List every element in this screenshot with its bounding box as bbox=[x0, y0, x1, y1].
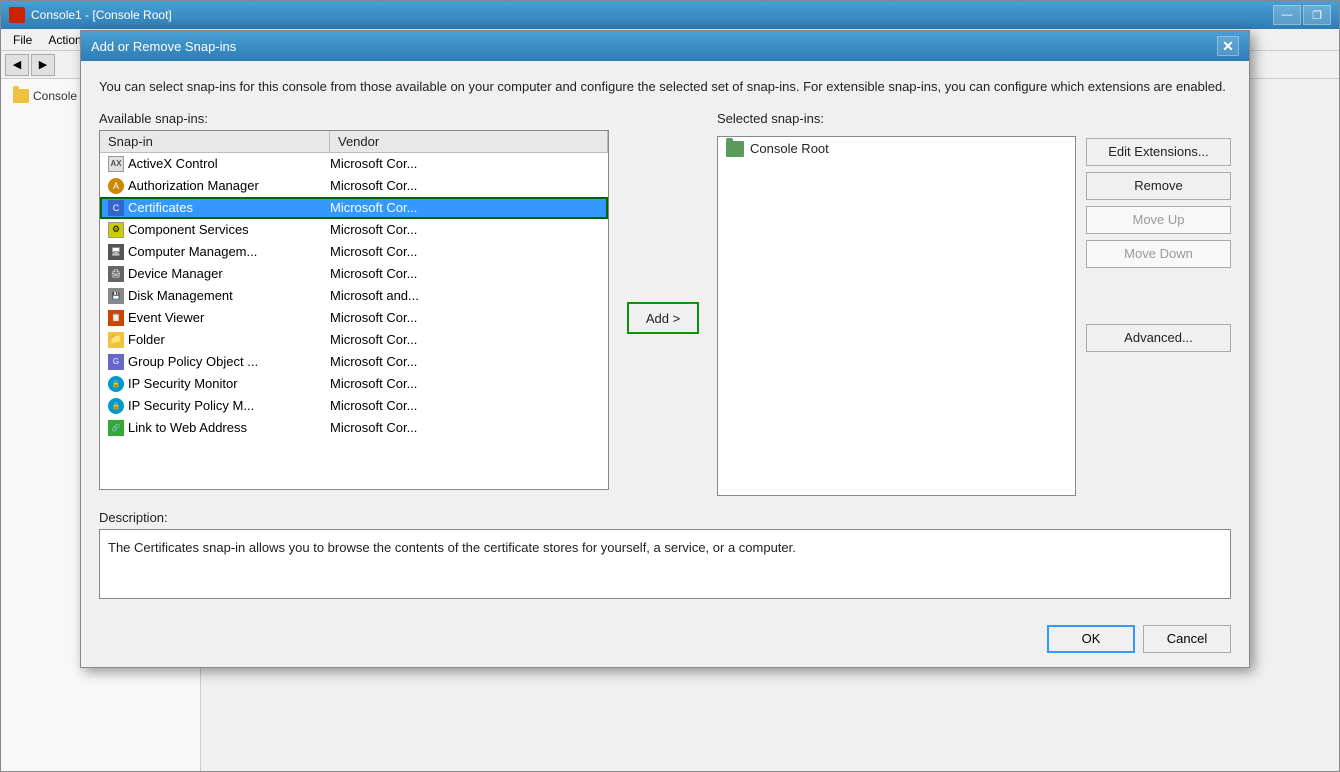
right-top: Console Root Edit Extensions... Remove M… bbox=[717, 136, 1231, 496]
restore-button[interactable]: ❐ bbox=[1303, 5, 1331, 25]
snapin-vendor-compman: Microsoft Cor... bbox=[330, 244, 604, 259]
snapin-vendor-component: Microsoft Cor... bbox=[330, 222, 604, 237]
ok-button[interactable]: OK bbox=[1047, 625, 1135, 653]
move-down-button[interactable]: Move Down bbox=[1086, 240, 1231, 268]
description-label: Description: bbox=[99, 510, 1231, 525]
dialog-body: You can select snap-ins for this console… bbox=[81, 61, 1249, 615]
snapin-vendor-disk: Microsoft and... bbox=[330, 288, 604, 303]
snapin-name-activex: AX ActiveX Control bbox=[104, 156, 330, 172]
snapin-vendor-link: Microsoft Cor... bbox=[330, 420, 604, 435]
snapin-name-component: ⚙ Component Services bbox=[104, 222, 330, 238]
disk-icon: 💾 bbox=[108, 288, 124, 304]
dialog-description: You can select snap-ins for this console… bbox=[99, 77, 1231, 97]
snapin-name-cert: C Certificates bbox=[104, 200, 330, 216]
dialog-titlebar: Add or Remove Snap-ins ✕ bbox=[81, 31, 1249, 61]
snapin-vendor-auth: Microsoft Cor... bbox=[330, 178, 604, 193]
snapin-vendor-ip-monitor: Microsoft Cor... bbox=[330, 376, 604, 391]
snapin-name-folder: 📁 Folder bbox=[104, 332, 330, 348]
snapin-col-header: Snap-in bbox=[100, 131, 330, 152]
vendor-col-header: Vendor bbox=[330, 131, 608, 152]
folder-snap-icon: 📁 bbox=[108, 332, 124, 348]
add-button[interactable]: Add > bbox=[627, 302, 699, 334]
snapin-vendor-event: Microsoft Cor... bbox=[330, 310, 604, 325]
cancel-button[interactable]: Cancel bbox=[1143, 625, 1231, 653]
selected-item-console-root: Console Root bbox=[718, 137, 1075, 161]
snapin-name-compman: 🖥 Computer Managem... bbox=[104, 244, 330, 260]
snapin-vendor-group: Microsoft Cor... bbox=[330, 354, 604, 369]
list-item-disk-management[interactable]: 💾 Disk Management Microsoft and... bbox=[100, 285, 608, 307]
group-icon: G bbox=[108, 354, 124, 370]
console-folder-icon bbox=[726, 141, 744, 157]
snapin-name-disk: 💾 Disk Management bbox=[104, 288, 330, 304]
list-item-folder[interactable]: 📁 Folder Microsoft Cor... bbox=[100, 329, 608, 351]
folder-icon bbox=[13, 89, 29, 103]
snapin-name-event: 📋 Event Viewer bbox=[104, 310, 330, 326]
list-item-ip-monitor[interactable]: 🔒 IP Security Monitor Microsoft Cor... bbox=[100, 373, 608, 395]
link-icon: 🔗 bbox=[108, 420, 124, 436]
list-header: Snap-in Vendor bbox=[100, 131, 608, 153]
list-item-event-viewer[interactable]: 📋 Event Viewer Microsoft Cor... bbox=[100, 307, 608, 329]
description-box: The Certificates snap-in allows you to b… bbox=[99, 529, 1231, 599]
available-snapins-panel: Available snap-ins: Snap-in Vendor AX A bbox=[99, 111, 609, 496]
right-panel: Selected snap-ins: Console Root Edit Ext… bbox=[717, 111, 1231, 496]
edit-extensions-button[interactable]: Edit Extensions... bbox=[1086, 138, 1231, 166]
snapin-name-auth: A Authorization Manager bbox=[104, 178, 330, 194]
list-item-component-services[interactable]: ⚙ Component Services Microsoft Cor... bbox=[100, 219, 608, 241]
add-remove-snapins-dialog: Add or Remove Snap-ins ✕ You can select … bbox=[80, 30, 1250, 668]
snapin-name-group: G Group Policy Object ... bbox=[104, 354, 330, 370]
auth-icon: A bbox=[108, 178, 124, 194]
forward-button[interactable]: ▶ bbox=[31, 54, 55, 76]
ip-policy-icon: 🔒 bbox=[108, 398, 124, 414]
available-label: Available snap-ins: bbox=[99, 111, 609, 126]
minimize-button[interactable]: — bbox=[1273, 5, 1301, 25]
panels-row: Available snap-ins: Snap-in Vendor AX A bbox=[99, 111, 1231, 496]
right-buttons: Edit Extensions... Remove Move Up Move D… bbox=[1086, 136, 1231, 496]
selected-item-name: Console Root bbox=[750, 141, 829, 156]
console-title-icon bbox=[9, 7, 25, 23]
back-button[interactable]: ◀ bbox=[5, 54, 29, 76]
ip-monitor-icon: 🔒 bbox=[108, 376, 124, 392]
activex-icon: AX bbox=[108, 156, 124, 172]
device-icon: 🖨 bbox=[108, 266, 124, 282]
remove-button[interactable]: Remove bbox=[1086, 172, 1231, 200]
menu-file[interactable]: File bbox=[5, 29, 40, 50]
snapin-vendor-cert: Microsoft Cor... bbox=[330, 200, 604, 215]
selected-label: Selected snap-ins: bbox=[717, 111, 1231, 126]
list-item-activex[interactable]: AX ActiveX Control Microsoft Cor... bbox=[100, 153, 608, 175]
snapin-name-ip-policy: 🔒 IP Security Policy M... bbox=[104, 398, 330, 414]
snapin-name-device: 🖨 Device Manager bbox=[104, 266, 330, 282]
list-item-device-manager[interactable]: 🖨 Device Manager Microsoft Cor... bbox=[100, 263, 608, 285]
snapin-name-ip-monitor: 🔒 IP Security Monitor bbox=[104, 376, 330, 392]
list-item-group-policy[interactable]: G Group Policy Object ... Microsoft Cor.… bbox=[100, 351, 608, 373]
list-item-ip-policy[interactable]: 🔒 IP Security Policy M... Microsoft Cor.… bbox=[100, 395, 608, 417]
move-up-button[interactable]: Move Up bbox=[1086, 206, 1231, 234]
list-item-certificates[interactable]: C Certificates Microsoft Cor... bbox=[100, 197, 608, 219]
snapin-vendor-device: Microsoft Cor... bbox=[330, 266, 604, 281]
bg-titlebar: Console1 - [Console Root] — ❐ bbox=[1, 1, 1339, 29]
component-icon: ⚙ bbox=[108, 222, 124, 238]
event-icon: 📋 bbox=[108, 310, 124, 326]
list-item-auth-manager[interactable]: A Authorization Manager Microsoft Cor... bbox=[100, 175, 608, 197]
compman-icon: 🖥 bbox=[108, 244, 124, 260]
list-item-computer-management[interactable]: 🖥 Computer Managem... Microsoft Cor... bbox=[100, 241, 608, 263]
dialog-footer: OK Cancel bbox=[81, 615, 1249, 667]
middle-panel: Add > bbox=[623, 111, 703, 496]
selected-list[interactable]: Console Root bbox=[717, 136, 1076, 496]
dialog-close-button[interactable]: ✕ bbox=[1217, 36, 1239, 56]
list-item-link-web[interactable]: 🔗 Link to Web Address Microsoft Cor... bbox=[100, 417, 608, 439]
cert-icon: C bbox=[108, 200, 124, 216]
snapin-vendor-folder: Microsoft Cor... bbox=[330, 332, 604, 347]
snapin-name-link: 🔗 Link to Web Address bbox=[104, 420, 330, 436]
bg-title-text: Console1 - [Console Root] bbox=[31, 8, 172, 22]
dialog-title: Add or Remove Snap-ins bbox=[91, 39, 1217, 54]
snapin-vendor-activex: Microsoft Cor... bbox=[330, 156, 604, 171]
available-list-container: Snap-in Vendor AX ActiveX Control Micros… bbox=[99, 130, 609, 490]
bg-title-controls: — ❐ bbox=[1273, 5, 1331, 25]
advanced-button[interactable]: Advanced... bbox=[1086, 324, 1231, 352]
snapin-vendor-ip-policy: Microsoft Cor... bbox=[330, 398, 604, 413]
description-section: Description: The Certificates snap-in al… bbox=[99, 510, 1231, 599]
snapin-list-scroll[interactable]: AX ActiveX Control Microsoft Cor... A Au… bbox=[100, 153, 608, 489]
